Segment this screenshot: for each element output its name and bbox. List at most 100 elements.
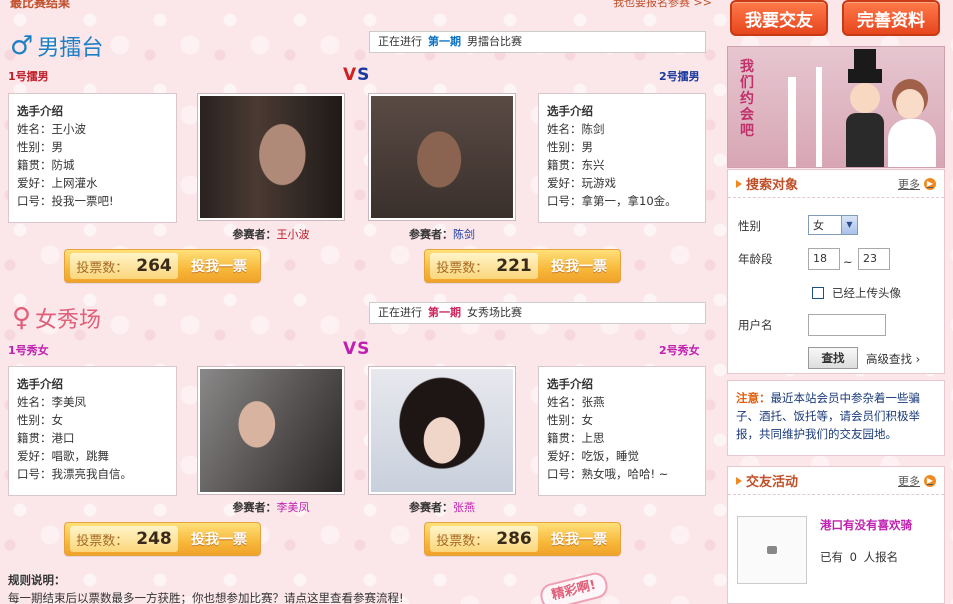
male-right-vote-bar: 投票数： 221 投我一票 bbox=[424, 249, 621, 283]
intro-field: 爱好：唱歌，跳舞 bbox=[17, 449, 109, 463]
has-photo-checkbox[interactable] bbox=[812, 287, 824, 299]
male-right-caption: 参赛者：陈剑 bbox=[368, 226, 516, 242]
vote-value: 248 bbox=[136, 529, 172, 549]
contestant-name-link[interactable]: 陈剑 bbox=[453, 228, 475, 241]
vote-label: 投票数： bbox=[76, 533, 129, 549]
stamp-decoration: 精彩啊! bbox=[537, 570, 611, 604]
gender-value: 女 bbox=[813, 219, 824, 232]
female-right-photo[interactable] bbox=[368, 366, 516, 495]
male-right-photo[interactable] bbox=[368, 93, 516, 221]
vote-value: 221 bbox=[496, 256, 532, 276]
intro-field: 籍贯：东兴 bbox=[547, 158, 605, 172]
male-section-title: ♂ 男擂台 bbox=[10, 30, 103, 62]
intro-field: 口号：熟女哦，哈哈! ~ bbox=[547, 467, 669, 481]
contestant-name-link[interactable]: 王小波 bbox=[277, 228, 310, 241]
vote-label: 投票数： bbox=[436, 260, 489, 276]
image-placeholder-icon bbox=[767, 546, 777, 554]
male-symbol-icon: ♂ bbox=[10, 31, 34, 61]
more-label: 更多 bbox=[898, 177, 920, 191]
female-left-vote-bar: 投票数： 248 投我一票 bbox=[64, 522, 261, 556]
age-from-input[interactable]: 18 bbox=[808, 248, 840, 270]
intro-field: 性别：男 bbox=[17, 140, 63, 154]
rules: 规则说明： 每一期结束后以票数最多一方获胜；你也想参加比赛？请点这里查看参赛流程… bbox=[8, 572, 404, 604]
age-to-input[interactable]: 23 bbox=[858, 248, 890, 270]
vote-button[interactable]: 投我一票 bbox=[538, 529, 620, 549]
activity-panel: 交友活动 更多 ▶ 港口有没有喜欢骑 已有 0 人报名 bbox=[727, 466, 945, 604]
count-value: 0 bbox=[849, 550, 857, 564]
status-prefix: 正在进行 bbox=[378, 35, 422, 48]
advanced-search-link[interactable]: 高级查找 › bbox=[866, 351, 920, 367]
female-left-photo[interactable] bbox=[197, 366, 345, 495]
male-status-box: 正在进行 第一期 男擂台比赛 bbox=[369, 31, 706, 53]
status-prefix: 正在进行 bbox=[378, 306, 422, 319]
status-period: 第一期 bbox=[428, 35, 461, 48]
female-right-caption: 参赛者：张燕 bbox=[368, 499, 516, 515]
signup-link[interactable]: 我也要报名参赛 >> bbox=[613, 0, 712, 10]
vote-value: 286 bbox=[496, 529, 532, 549]
intro-field: 姓名：李美凤 bbox=[17, 395, 86, 409]
status-period: 第一期 bbox=[428, 306, 461, 319]
activity-panel-header: 交友活动 更多 ▶ bbox=[728, 467, 944, 495]
female-left-intro: 选手介绍 姓名：李美凤 性别：女 籍贯：港口 爱好：唱歌，跳舞 口号：我漂亮我自… bbox=[8, 366, 177, 496]
results-link[interactable]: 最比赛结果 bbox=[10, 0, 70, 11]
activity-count: 已有 0 人报名 bbox=[820, 549, 898, 565]
intro-title: 选手介绍 bbox=[17, 377, 63, 391]
female-left-caption: 参赛者：李美凤 bbox=[197, 499, 345, 515]
notice-panel: 注意：最近本站会员中参杂着一些骗子、酒托、饭托等，请会员们积极举报，共同维护我们… bbox=[727, 380, 945, 456]
intro-field: 口号：投我一票吧! bbox=[17, 194, 114, 208]
male-left-photo[interactable] bbox=[197, 93, 345, 221]
intro-field: 性别：男 bbox=[547, 140, 593, 154]
count-prefix: 已有 bbox=[820, 550, 843, 564]
male-left-slot: 1号擂男 bbox=[8, 70, 49, 83]
rules-text[interactable]: 每一期结束后以票数最多一方获胜；你也想参加比赛？请点这里查看参赛流程! bbox=[8, 590, 404, 604]
vote-label: 投票数： bbox=[76, 260, 129, 276]
female-right-vote-bar: 投票数： 286 投我一票 bbox=[424, 522, 621, 556]
intro-field: 爱好：玩游戏 bbox=[547, 176, 616, 190]
female-section-title: ♀ 女秀场 bbox=[12, 302, 101, 334]
intro-field: 性别：女 bbox=[547, 413, 593, 427]
male-right-slot: 2号擂男 bbox=[659, 70, 700, 83]
dating-banner[interactable]: 我们约会吧 bbox=[727, 46, 945, 168]
female-left-slot: 1号秀女 bbox=[8, 344, 49, 357]
activity-more-link[interactable]: 更多 ▶ bbox=[898, 473, 936, 489]
contestant-name-link[interactable]: 张燕 bbox=[453, 501, 475, 514]
intro-field: 籍贯：防城 bbox=[17, 158, 75, 172]
vote-label: 投票数： bbox=[436, 533, 489, 549]
male-left-vote-bar: 投票数： 264 投我一票 bbox=[64, 249, 261, 283]
rules-title: 规则说明： bbox=[8, 573, 66, 587]
arrow-right-icon: ▶ bbox=[924, 474, 936, 487]
status-suffix: 女秀场比赛 bbox=[467, 306, 522, 319]
caption-label: 参赛者： bbox=[232, 228, 277, 241]
age-label: 年龄段 bbox=[738, 252, 773, 266]
has-photo-label: 已经上传头像 bbox=[832, 286, 901, 300]
activity-item-title[interactable]: 港口有没有喜欢骑 bbox=[820, 517, 912, 533]
vote-button[interactable]: 投我一票 bbox=[178, 529, 260, 549]
female-status-box: 正在进行 第一期 女秀场比赛 bbox=[369, 302, 706, 324]
vote-button[interactable]: 投我一票 bbox=[538, 256, 620, 276]
activity-thumbnail[interactable] bbox=[737, 516, 807, 584]
intro-field: 口号：拿第一，拿10金。 bbox=[547, 194, 677, 208]
caption-label: 参赛者： bbox=[232, 501, 277, 514]
search-more-link[interactable]: 更多 ▶ bbox=[898, 176, 936, 192]
caption-label: 参赛者： bbox=[409, 501, 453, 514]
vote-button[interactable]: 投我一票 bbox=[178, 256, 260, 276]
intro-field: 姓名：王小波 bbox=[17, 122, 86, 136]
age-separator: ~ bbox=[843, 255, 853, 269]
male-vs: VS bbox=[343, 65, 371, 85]
intro-field: 籍贯：上思 bbox=[547, 431, 605, 445]
gender-select[interactable]: 女 ▼ bbox=[808, 215, 858, 235]
intro-field: 爱好：吃饭，睡觉 bbox=[547, 449, 639, 463]
intro-field: 性别：女 bbox=[17, 413, 63, 427]
make-friends-button[interactable]: 我要交友 bbox=[730, 0, 828, 36]
username-input[interactable] bbox=[808, 314, 886, 336]
search-button[interactable]: 查找 bbox=[808, 347, 858, 369]
female-vs: VS bbox=[343, 339, 371, 359]
banner-text: 我们约会吧 bbox=[740, 59, 754, 139]
top-strip: 最比赛结果 我也要报名参赛 >> bbox=[0, 0, 720, 12]
intro-title: 选手介绍 bbox=[547, 377, 593, 391]
female-title: 女秀场 bbox=[35, 308, 102, 333]
contestant-name-link[interactable]: 李美凤 bbox=[277, 501, 310, 514]
intro-field: 籍贯：港口 bbox=[17, 431, 75, 445]
complete-profile-button[interactable]: 完善资料 bbox=[842, 0, 940, 36]
search-panel: 搜索对象 更多 ▶ 性别 女 ▼ 年龄段 18 ~ 23 已经上传头像 用户名 查… bbox=[727, 169, 945, 374]
